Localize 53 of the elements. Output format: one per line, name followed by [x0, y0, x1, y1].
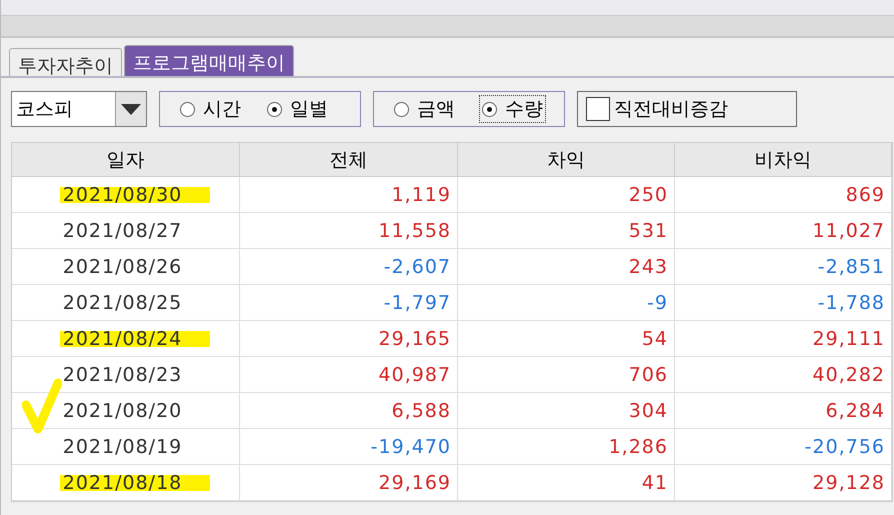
- column-header: 비차익: [675, 143, 892, 177]
- compare-checkbox[interactable]: 직전대비증감: [577, 91, 797, 127]
- radio-option[interactable]: 수량: [479, 95, 546, 123]
- checkbox-icon[interactable]: [586, 97, 610, 121]
- radio-option[interactable]: 시간: [178, 96, 243, 122]
- radio-icon[interactable]: [482, 102, 497, 116]
- table-cell: 250: [628, 184, 668, 206]
- table-cell: 2021/08/19: [62, 436, 182, 458]
- table-cell: 29,165: [378, 328, 451, 350]
- table-cell: 2021/08/30: [62, 184, 182, 206]
- radio-option[interactable]: 금액: [392, 96, 457, 122]
- column-header: 차익: [458, 143, 675, 177]
- table-cell: -19,470: [370, 436, 451, 458]
- table-cell: 2021/08/18: [62, 472, 182, 494]
- table-cell: 2021/08/27: [62, 220, 182, 242]
- table-cell: -9: [647, 292, 668, 314]
- radio-icon[interactable]: [267, 102, 282, 116]
- table-cell: 40,282: [812, 364, 885, 386]
- table-cell: -20,756: [804, 436, 885, 458]
- table-cell: 1,119: [392, 184, 451, 206]
- radio-option[interactable]: 일별: [265, 96, 330, 122]
- tab[interactable]: 프로그램매매추이: [124, 45, 294, 76]
- table-cell: 11,027: [812, 220, 885, 242]
- table-cell: 6,588: [392, 400, 451, 422]
- table-cell: 29,169: [378, 472, 451, 494]
- table-cell: 40,987: [378, 364, 451, 386]
- table-cell: 2021/08/25: [62, 292, 182, 314]
- table-cell: 54: [642, 328, 668, 350]
- table-cell: 869: [846, 184, 885, 206]
- radio-icon[interactable]: [394, 102, 409, 116]
- table-cell: -2,607: [384, 256, 451, 278]
- table-cell: 2021/08/23: [62, 364, 182, 386]
- table-cell: 2021/08/26: [62, 256, 182, 278]
- table-cell: -1,788: [818, 292, 885, 314]
- table-cell: 243: [628, 256, 668, 278]
- table-cell: -1,797: [384, 292, 451, 314]
- table-cell: 2021/08/24: [62, 328, 182, 350]
- table-cell: 531: [628, 220, 668, 242]
- table-cell: 6,284: [826, 400, 885, 422]
- table-cell: 706: [628, 364, 668, 386]
- table-cell: 41: [642, 472, 668, 494]
- market-select[interactable]: 코스피: [11, 91, 147, 127]
- tab[interactable]: 투자자추이: [9, 48, 122, 76]
- table-cell: 304: [628, 400, 668, 422]
- radio-icon[interactable]: [180, 102, 195, 116]
- table-cell: -2,851: [818, 256, 885, 278]
- column-header: 전체: [240, 143, 458, 177]
- table-cell: 1,286: [608, 436, 668, 458]
- table-cell: 29,111: [812, 328, 885, 350]
- table-cell: 2021/08/20: [62, 400, 182, 422]
- column-header: 일자: [12, 143, 240, 177]
- table-cell: 11,558: [378, 220, 451, 242]
- table-cell: 29,128: [812, 472, 885, 494]
